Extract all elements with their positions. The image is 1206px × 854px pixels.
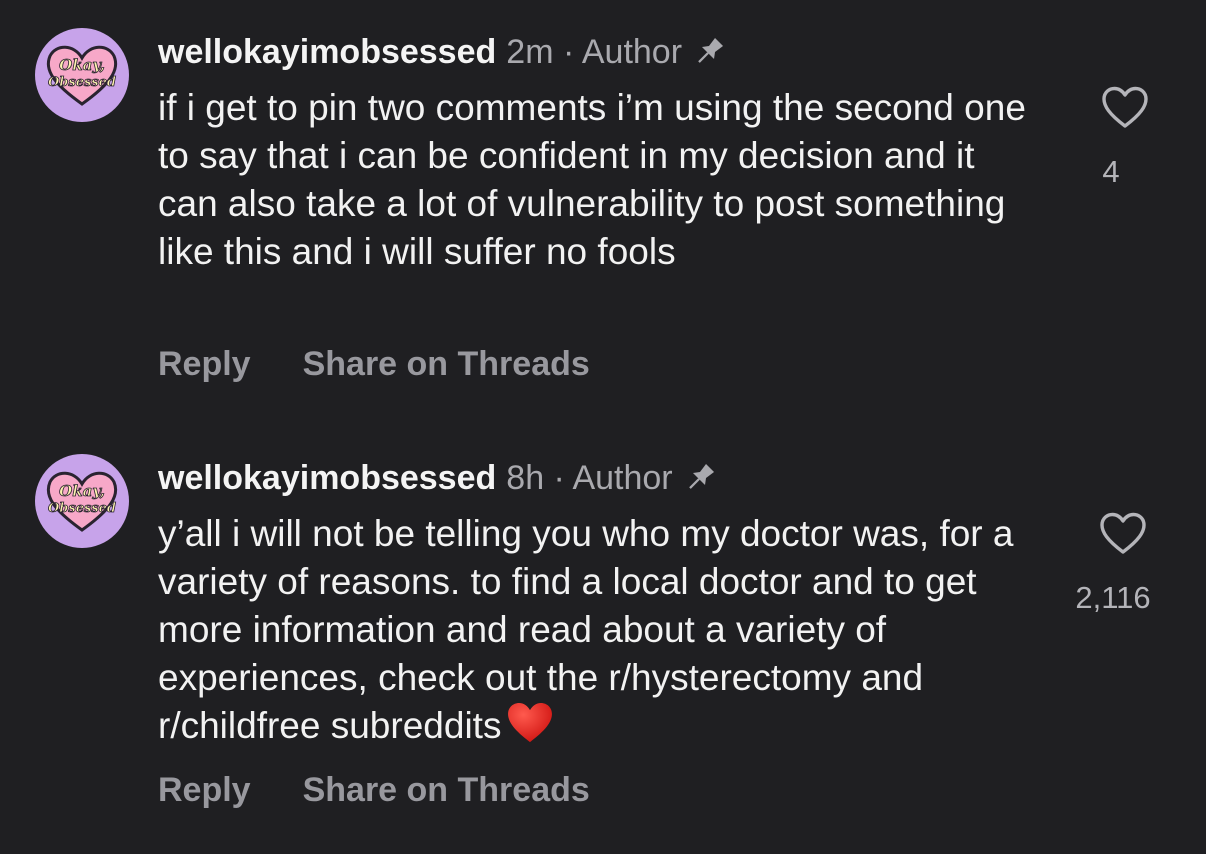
comment-header: wellokayimobsessed 2m · Author [158,30,726,74]
comment-text-content: y’all i will not be telling you who my d… [158,513,1014,746]
avatar[interactable]: Okay, Obsessed [35,454,129,548]
comment-meta: 8h · Author [506,458,673,497]
svg-text:Okay,: Okay, [59,56,105,74]
like-area: 4 [1056,84,1166,190]
svg-text:Okay,: Okay, [59,482,105,500]
okay-obsessed-logo: Okay, Obsessed [46,45,118,106]
comment-actions: Reply Share on Threads [158,771,590,810]
red-heart-emoji [507,702,553,756]
comment-text: if i get to pin two comments i’m using t… [158,87,1026,272]
like-area: 2,116 [1058,510,1168,616]
username[interactable]: wellokayimobsessed [158,33,496,72]
reply-button[interactable]: Reply [158,771,251,810]
reply-button[interactable]: Reply [158,345,251,384]
like-count: 2,116 [1075,580,1151,615]
svg-text:Obsessed: Obsessed [48,75,116,90]
comment-actions: Reply Share on Threads [158,345,590,384]
like-count: 4 [1102,154,1120,189]
okay-obsessed-logo: Okay, Obsessed [46,471,118,532]
avatar[interactable]: Okay, Obsessed [35,28,129,122]
heart-outline-icon[interactable] [1101,86,1149,130]
heart-outline-icon[interactable] [1099,512,1147,556]
comment-meta: 2m · Author [506,32,683,71]
username[interactable]: wellokayimobsessed [158,459,496,498]
comment-text: y’all i will not be telling you who my d… [158,510,1038,756]
share-on-threads-button[interactable]: Share on Threads [303,771,590,810]
svg-text:Obsessed: Obsessed [48,501,116,516]
pin-icon [683,461,717,495]
share-on-threads-button[interactable]: Share on Threads [303,345,590,384]
pin-icon [692,35,726,69]
comment-header: wellokayimobsessed 8h · Author [158,456,717,500]
